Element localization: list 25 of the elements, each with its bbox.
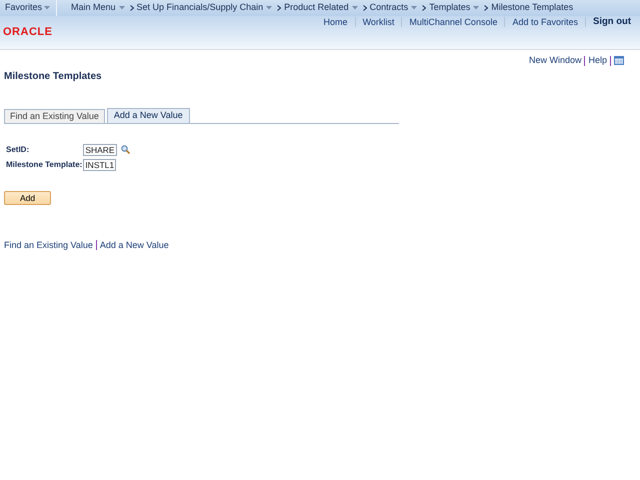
field-label: Milestone Template: [6,158,82,170]
header-link[interactable]: Sign out [585,17,631,27]
breadcrumb-item[interactable]: Set Up Financials/Supply Chain [136,1,264,15]
page-link[interactable]: New Window [528,54,582,68]
header-link[interactable]: Home [316,17,355,27]
menu-item[interactable]: Favorites [5,1,42,15]
header-link[interactable]: MultiChannel Console [401,17,504,27]
page-link[interactable]: Add a New Value [100,238,169,252]
header-link[interactable]: Worklist [354,17,402,27]
tab[interactable]: Find an Existing Value [4,108,105,122]
breadcrumb-item[interactable]: Milestone Templates [491,1,574,15]
page-link[interactable]: Help [588,54,607,68]
breadcrumb-item[interactable]: Product Related [284,1,349,15]
field-label: SetID: [6,144,30,156]
logo: ORACLE [3,25,52,40]
breadcrumb-item[interactable]: Main Menu [71,1,116,15]
tab[interactable]: Add a New Value [106,108,190,122]
header-link[interactable]: Add to Favorites [504,17,585,27]
add-button[interactable]: Add [4,190,51,204]
input-field[interactable]: SHARE [83,144,117,156]
page-title: Milestone Templates [4,70,103,84]
breadcrumb-item[interactable]: Contracts [370,1,408,15]
page-link[interactable]: Find an Existing Value [4,238,93,252]
breadcrumb-item[interactable]: Templates [429,1,470,15]
input-field[interactable]: INSTL1 [83,158,116,170]
